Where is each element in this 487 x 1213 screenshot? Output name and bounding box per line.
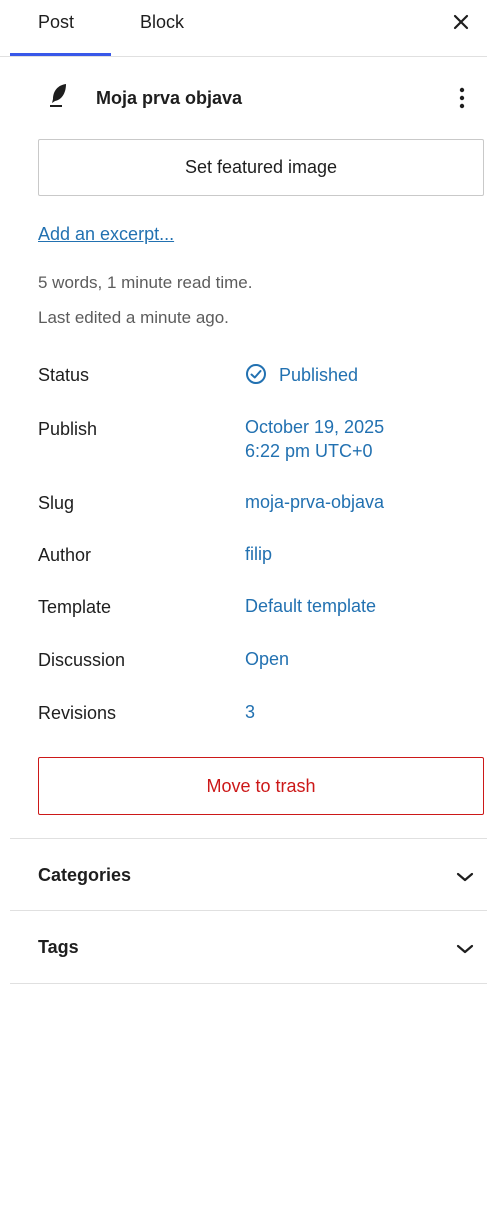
chevron-down-icon: [456, 872, 474, 882]
publish-time: 6:22 pm UTC+0: [245, 441, 373, 461]
template-label: Template: [38, 597, 112, 617]
set-featured-image-button[interactable]: Set featured image: [38, 139, 484, 196]
last-edited-text: Last edited a minute ago.: [38, 308, 229, 327]
feather-icon: [50, 84, 66, 107]
tab-post[interactable]: Post: [10, 0, 111, 56]
template-value-button[interactable]: Default template: [245, 594, 376, 618]
tags-panel-toggle[interactable]: Tags: [10, 913, 487, 983]
status-value: Published: [279, 365, 359, 385]
close-button[interactable]: [447, 8, 475, 36]
categories-panel-title: Categories: [38, 865, 132, 885]
revisions-value-button[interactable]: 3: [245, 700, 255, 724]
author-label: Author: [38, 545, 92, 565]
revisions-label: Revisions: [38, 703, 117, 723]
categories-panel-toggle[interactable]: Categories: [10, 841, 487, 911]
tab-block[interactable]: Block: [140, 0, 184, 56]
divider: [10, 910, 487, 911]
discussion-value-button[interactable]: Open: [245, 647, 289, 671]
tags-panel-title: Tags: [38, 937, 79, 957]
word-count-text: 5 words, 1 minute read time.: [38, 273, 253, 292]
more-options-button[interactable]: [452, 84, 472, 112]
sidebar-tabs: Post Block: [0, 0, 487, 57]
check-circle-icon: [246, 364, 266, 384]
post-card-header: Moja prva objava: [38, 80, 478, 120]
divider: [10, 983, 487, 984]
close-icon: [453, 14, 469, 30]
publish-date: October 19, 2025: [245, 417, 385, 437]
status-value-button[interactable]: Published: [245, 363, 358, 387]
publish-label: Publish: [38, 419, 98, 439]
publish-date-button[interactable]: October 19, 2025 6:22 pm UTC+0: [245, 415, 384, 463]
post-title: Moja prva objava: [96, 88, 243, 108]
discussion-label: Discussion: [38, 650, 126, 670]
slug-value-button[interactable]: moja-prva-objava: [245, 490, 384, 514]
author-value-button[interactable]: filip: [245, 542, 272, 566]
more-vertical-icon: [459, 87, 465, 109]
divider: [10, 838, 487, 839]
status-label: Status: [38, 365, 90, 385]
chevron-down-icon: [456, 944, 474, 954]
add-excerpt-link[interactable]: Add an excerpt...: [38, 224, 174, 245]
slug-label: Slug: [38, 493, 75, 513]
move-to-trash-button[interactable]: Move to trash: [38, 757, 484, 815]
